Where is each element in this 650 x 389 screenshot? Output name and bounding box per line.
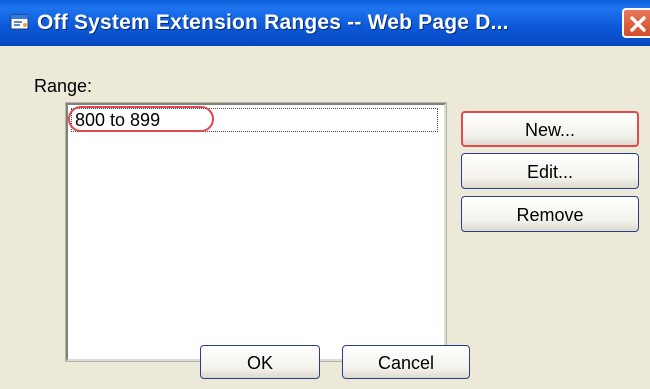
dialog-window-icon — [10, 13, 30, 31]
range-listbox[interactable]: 800 to 899 — [65, 102, 447, 362]
edit-button[interactable]: Edit... — [461, 153, 639, 189]
range-list-item[interactable]: 800 to 899 — [71, 108, 438, 132]
remove-button[interactable]: Remove — [461, 196, 639, 232]
close-icon — [630, 16, 646, 32]
ok-button[interactable]: OK — [200, 345, 320, 379]
window-title: Off System Extension Ranges -- Web Page … — [37, 11, 509, 34]
dialog-body: Range: 800 to 899 New... Edit... Remove … — [0, 46, 650, 389]
range-list-item-label: 800 to 899 — [75, 110, 161, 130]
new-button[interactable]: New... — [461, 111, 639, 147]
close-button[interactable] — [622, 8, 650, 38]
cancel-button[interactable]: Cancel — [342, 345, 470, 379]
range-label: Range: — [34, 76, 93, 96]
title-bar[interactable]: Off System Extension Ranges -- Web Page … — [0, 0, 650, 46]
